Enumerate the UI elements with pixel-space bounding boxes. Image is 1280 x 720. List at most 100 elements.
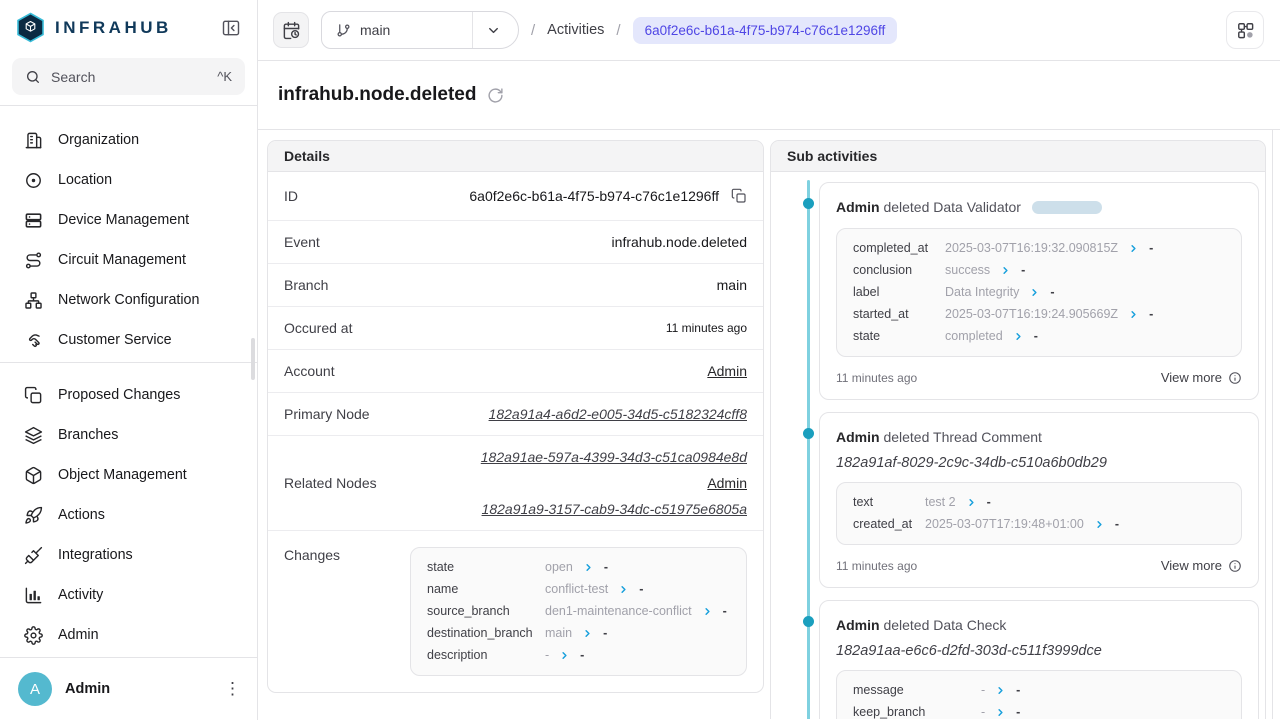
page-title-row: infrahub.node.deleted bbox=[258, 61, 1280, 130]
sidebar-item-actions[interactable]: Actions bbox=[0, 495, 257, 535]
diff-row: message - - bbox=[853, 683, 1225, 698]
detail-label: Event bbox=[284, 234, 320, 250]
rocket-icon bbox=[24, 506, 43, 525]
account-link[interactable]: Admin bbox=[707, 363, 747, 379]
cube-icon bbox=[24, 466, 43, 485]
sub-activity-card: Admin deleted Data Check 182a91aa-e6c6-d… bbox=[819, 600, 1259, 719]
primary-node-link[interactable]: 182a91a4-a6d2-e005-34d5-c5182324cff8 bbox=[489, 406, 747, 422]
detail-value: 11 minutes ago bbox=[666, 321, 747, 335]
diff-arrow-icon bbox=[583, 562, 594, 573]
relative-time: 11 minutes ago bbox=[836, 371, 917, 385]
layers-icon bbox=[24, 426, 43, 445]
view-more-button[interactable]: View more bbox=[1161, 558, 1242, 573]
sidebar-item-customer-service[interactable]: Customer Service bbox=[0, 320, 257, 360]
graph-view-button[interactable] bbox=[1226, 11, 1264, 49]
action-text: deleted Thread Comment bbox=[883, 429, 1042, 445]
breadcrumb-separator: / bbox=[531, 22, 535, 39]
diff-arrow-icon bbox=[582, 628, 593, 639]
diff-row: text test 2 - bbox=[853, 495, 1225, 510]
diff-arrow-icon bbox=[1000, 265, 1011, 276]
sidebar-item-label: Circuit Management bbox=[58, 252, 186, 268]
sidebar-scrollbar[interactable] bbox=[251, 338, 255, 380]
sub-activity-node-id: 182a91af-8029-2c9c-34db-c510a6b0db29 bbox=[836, 455, 1242, 471]
calendar-clock-icon bbox=[282, 21, 301, 40]
detail-label: Related Nodes bbox=[284, 475, 377, 491]
detail-row-branch: Branch main bbox=[268, 263, 763, 306]
date-picker-button[interactable] bbox=[273, 12, 309, 48]
sidebar-item-label: Organization bbox=[58, 132, 139, 148]
branch-selector[interactable]: main bbox=[321, 11, 519, 49]
sidebar-item-label: Network Configuration bbox=[58, 292, 199, 308]
sidebar-item-device-management[interactable]: Device Management bbox=[0, 200, 257, 240]
info-icon bbox=[1228, 559, 1242, 573]
sidebar-item-activity[interactable]: Activity bbox=[0, 575, 257, 615]
sidebar-item-circuit-management[interactable]: Circuit Management bbox=[0, 240, 257, 280]
detail-label: Changes bbox=[284, 547, 340, 563]
sidebar-item-location[interactable]: Location bbox=[0, 160, 257, 200]
breadcrumb-activities[interactable]: Activities bbox=[547, 22, 604, 38]
detail-label: Occured at bbox=[284, 320, 352, 336]
diff-row: keep_branch - - bbox=[853, 705, 1225, 719]
sidebar-nav-secondary: Proposed Changes Branches Object Mana bbox=[0, 363, 257, 655]
sub-activity-card: Admin deleted Thread Comment 182a91af-80… bbox=[819, 412, 1259, 588]
sidebar-item-label: Branches bbox=[58, 427, 118, 443]
diff-arrow-icon bbox=[1029, 287, 1040, 298]
brand-name: INFRAHUB bbox=[55, 18, 172, 38]
timeline: Admin deleted Data Validator completed_a… bbox=[771, 172, 1265, 719]
diff-row: source_branch den1-maintenance-conflict … bbox=[427, 604, 730, 619]
circle-dot-icon bbox=[24, 171, 43, 190]
sidebar-item-organization[interactable]: Organization bbox=[0, 120, 257, 160]
action-text: deleted Data Validator bbox=[883, 199, 1021, 215]
diff-arrow-icon bbox=[966, 497, 977, 508]
user-menu[interactable]: A Admin ⋮ bbox=[0, 657, 257, 720]
view-more-button[interactable]: View more bbox=[1161, 370, 1242, 385]
sidebar-item-proposed-changes[interactable]: Proposed Changes bbox=[0, 375, 257, 415]
sidebar-item-network-configuration[interactable]: Network Configuration bbox=[0, 280, 257, 320]
changes-diff-box: state open - name conflict-test - bbox=[410, 547, 747, 676]
timeline-dot bbox=[803, 616, 814, 627]
diff-row: state completed - bbox=[853, 329, 1225, 344]
refresh-icon bbox=[487, 87, 504, 104]
copy-icon bbox=[731, 188, 747, 204]
sidebar-item-admin[interactable]: Admin bbox=[0, 615, 257, 655]
actor-name: Admin bbox=[836, 199, 880, 215]
sidebar-item-label: Actions bbox=[58, 507, 105, 523]
user-kebab-menu-icon[interactable]: ⋮ bbox=[224, 679, 241, 699]
refresh-button[interactable] bbox=[487, 87, 504, 104]
detail-row-id: ID 6a0f2e6c-b61a-4f75-b974-c76c1e1296ff bbox=[268, 172, 763, 220]
sidebar-item-label: Integrations bbox=[58, 547, 133, 563]
search-input[interactable]: Search ^K bbox=[12, 58, 245, 95]
logo-row: INFRAHUB bbox=[0, 0, 257, 52]
breadcrumb-entity-id[interactable]: 6a0f2e6c-b61a-4f75-b974-c76c1e1296ff bbox=[633, 17, 898, 44]
content-scrollbar[interactable] bbox=[1272, 130, 1273, 719]
detail-label: Account bbox=[284, 363, 335, 379]
sub-activity-card: Admin deleted Data Validator completed_a… bbox=[819, 182, 1259, 400]
sidebar-item-object-management[interactable]: Object Management bbox=[0, 455, 257, 495]
diff-row: conclusion success - bbox=[853, 263, 1225, 278]
detail-value: main bbox=[717, 277, 747, 293]
action-text: deleted Data Check bbox=[883, 617, 1006, 633]
sidebar-item-integrations[interactable]: Integrations bbox=[0, 535, 257, 575]
detail-label: Branch bbox=[284, 277, 328, 293]
diff-arrow-icon bbox=[995, 707, 1006, 718]
related-node-link[interactable]: 182a91ae-597a-4399-34d3-c51ca0984e8d bbox=[481, 449, 747, 465]
related-node-link[interactable]: 182a91a9-3157-cab9-34dc-c51975e6805a bbox=[482, 501, 747, 517]
related-node-link[interactable]: Admin bbox=[707, 475, 747, 491]
content-area: Details ID 6a0f2e6c-b61a-4f75-b974-c76c1… bbox=[258, 130, 1280, 719]
card-footer: 11 minutes ago View more bbox=[836, 558, 1242, 573]
topbar: main / Activities / 6a0f2e6c-b61a-4f75-b… bbox=[258, 0, 1280, 61]
copy-docs-icon bbox=[24, 386, 43, 405]
diff-arrow-icon bbox=[1128, 309, 1139, 320]
details-panel: Details ID 6a0f2e6c-b61a-4f75-b974-c76c1… bbox=[267, 140, 764, 693]
search-icon bbox=[25, 69, 41, 85]
branch-selector-value: main bbox=[322, 12, 472, 48]
sidebar-item-branches[interactable]: Branches bbox=[0, 415, 257, 455]
route-icon bbox=[24, 251, 43, 270]
timeline-dot bbox=[803, 198, 814, 209]
branch-selector-toggle[interactable] bbox=[473, 12, 518, 48]
sidebar-item-label: Device Management bbox=[58, 212, 189, 228]
copy-id-button[interactable] bbox=[731, 188, 747, 204]
sub-activity-title: Admin deleted Thread Comment bbox=[836, 427, 1242, 447]
gear-icon bbox=[24, 626, 43, 645]
sidebar-collapse-button[interactable] bbox=[221, 18, 241, 38]
